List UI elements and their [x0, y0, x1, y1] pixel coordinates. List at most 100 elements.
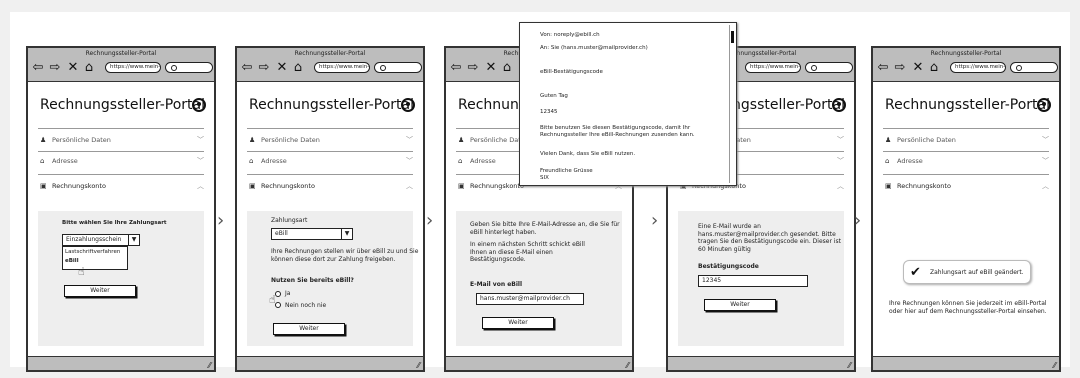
url-field[interactable]: https://www.mein-re: [950, 62, 1006, 73]
arrow-right-icon: ›: [217, 210, 225, 231]
email-to: An: Sie (hans.muster@mailprovider.ch): [540, 45, 648, 51]
section-account[interactable]: ▣ Rechnungskonto ︿: [249, 179, 413, 193]
forward-icon[interactable]: ⇨: [48, 59, 62, 75]
chevron-down-icon: ﹀: [406, 136, 413, 144]
house-icon: ⌂: [458, 157, 463, 165]
payment-select[interactable]: eBill ▼: [271, 228, 353, 240]
search-field[interactable]: [805, 62, 853, 73]
close-icon[interactable]: ✕: [66, 59, 80, 75]
search-icon: [380, 65, 386, 71]
content-area: Bitte wählen Sie Ihre Zahlungsart Einzah…: [38, 211, 204, 346]
page-title: Rechnungssteller-Portal: [885, 97, 1051, 113]
next-button[interactable]: Weiter: [64, 285, 136, 297]
option-lastschrift[interactable]: Lastschriftverfahren: [65, 249, 120, 257]
section-personal[interactable]: ♟Persönliche Daten﹀: [249, 133, 413, 147]
scrollbar[interactable]: [729, 25, 734, 183]
email-instruction: Geben Sie bitte Ihre E-Mail-Adresse an, …: [470, 221, 620, 236]
money-icon: ▣: [458, 182, 465, 190]
section-address[interactable]: ⌂Adresse﹀: [40, 154, 204, 168]
email-from: Von: noreply@ebill.ch: [540, 32, 600, 38]
home-icon[interactable]: ⌂: [82, 59, 96, 75]
section-account[interactable]: ▣ Rechnungskonto ︿: [40, 179, 204, 193]
ebill-question: Nutzen Sie bereits eBill?: [271, 277, 354, 284]
close-icon[interactable]: ✕: [911, 59, 925, 75]
payment-select[interactable]: Einzahlungsschein ▼: [62, 234, 140, 246]
resize-icon[interactable]: ⁄⁄: [626, 361, 629, 370]
chevron-up-icon: ︿: [197, 182, 204, 190]
status-bar: ⁄⁄: [446, 356, 632, 370]
user-icon[interactable]: [1037, 98, 1051, 112]
url-field[interactable]: https://www.mein-re: [745, 62, 801, 73]
portal-info: Ihre Rechnungen können Sie jederzeit im …: [889, 300, 1047, 315]
person-icon: ♟: [249, 136, 256, 144]
page-title: Rechnungssteller-Portal: [40, 97, 206, 113]
money-icon: ▣: [249, 182, 256, 190]
user-icon[interactable]: [832, 98, 846, 112]
forward-icon[interactable]: ⇨: [893, 59, 907, 75]
next-button[interactable]: Weiter: [704, 299, 776, 311]
home-icon[interactable]: ⌂: [927, 59, 941, 75]
panel-step-5: Rechnungssteller-Portal ⇦ ⇨ ✕ ⌂ https://…: [871, 46, 1061, 372]
home-icon[interactable]: ⌂: [291, 59, 305, 75]
chevron-down-icon: ﹀: [1042, 136, 1049, 144]
search-field[interactable]: [1010, 62, 1058, 73]
chevron-up-icon: ︿: [406, 182, 413, 190]
payment-prompt: Bitte wählen Sie Ihre Zahlungsart: [62, 220, 167, 226]
url-field[interactable]: https://www.mein-re: [314, 62, 370, 73]
email-regards: Freundliche Grüsse: [540, 168, 593, 174]
radio-yes-label: Ja: [285, 290, 291, 297]
forward-icon[interactable]: ⇨: [257, 59, 271, 75]
email-thanks: Vielen Dank, dass Sie eBill nutzen.: [540, 151, 636, 157]
option-ebill[interactable]: eBill: [65, 258, 79, 266]
section-address[interactable]: ⌂Adresse﹀: [249, 154, 413, 168]
back-icon[interactable]: ⇦: [876, 59, 890, 75]
next-button[interactable]: Weiter: [482, 317, 554, 329]
content-area: Eine E-Mail wurde an hans.muster@mailpro…: [678, 211, 844, 346]
user-icon[interactable]: [192, 98, 206, 112]
back-icon[interactable]: ⇦: [449, 59, 463, 75]
radio-yes[interactable]: [275, 291, 281, 297]
forward-icon[interactable]: ⇨: [466, 59, 480, 75]
resize-icon[interactable]: ⁄⁄: [208, 361, 211, 370]
section-address[interactable]: ⌂Adresse﹀: [885, 154, 1049, 168]
user-icon[interactable]: [401, 98, 415, 112]
search-field[interactable]: [374, 62, 422, 73]
arrow-right-icon: ›: [854, 210, 862, 231]
page-title: Rechnungssteller-Portal: [249, 97, 415, 113]
house-icon: ⌂: [249, 157, 254, 165]
window-title: Rechnungssteller-Portal: [294, 50, 366, 57]
chevron-up-icon: ︿: [1042, 182, 1049, 190]
section-personal[interactable]: ♟Persönliche Daten﹀: [40, 133, 204, 147]
section-account[interactable]: ▣ Rechnungskonto ︿: [885, 179, 1049, 193]
hand-cursor-icon: ☝: [78, 265, 85, 278]
close-icon[interactable]: ✕: [275, 59, 289, 75]
status-bar: ⁄⁄: [668, 356, 854, 370]
resize-icon[interactable]: ⁄⁄: [1053, 361, 1056, 370]
search-icon: [171, 65, 177, 71]
resize-icon[interactable]: ⁄⁄: [848, 361, 851, 370]
chevron-down-icon: ﹀: [837, 157, 844, 165]
radio-no[interactable]: [275, 302, 281, 308]
email-input[interactable]: hans.muster@mailprovider.ch: [476, 293, 584, 305]
close-icon[interactable]: ✕: [484, 59, 498, 75]
scrollbar-thumb[interactable]: [731, 31, 734, 43]
email-subject: eBill-Bestätigungscode: [540, 69, 603, 75]
person-icon: ♟: [40, 136, 47, 144]
arrow-right-icon: ›: [426, 210, 434, 231]
url-field[interactable]: https://www.mein-re: [105, 62, 161, 73]
code-input[interactable]: 12345: [698, 275, 808, 287]
search-field[interactable]: [165, 62, 213, 73]
resize-icon[interactable]: ⁄⁄: [417, 361, 420, 370]
back-icon[interactable]: ⇦: [240, 59, 254, 75]
window-title: Rechnungssteller-Portal: [930, 50, 1002, 57]
email-body: Bitte benutzen Sie diesen Bestätigungsco…: [540, 125, 695, 138]
person-icon: ♟: [885, 136, 892, 144]
section-personal[interactable]: ♟Persönliche Daten﹀: [885, 133, 1049, 147]
back-icon[interactable]: ⇦: [31, 59, 45, 75]
next-button[interactable]: Weiter: [273, 323, 345, 335]
hand-cursor-icon: ☝: [269, 293, 276, 306]
home-icon[interactable]: ⌂: [500, 59, 514, 75]
arrow-right-icon: ›: [651, 210, 659, 231]
chevron-up-icon: ︿: [837, 182, 844, 190]
email-greeting: Guten Tag: [540, 93, 568, 99]
